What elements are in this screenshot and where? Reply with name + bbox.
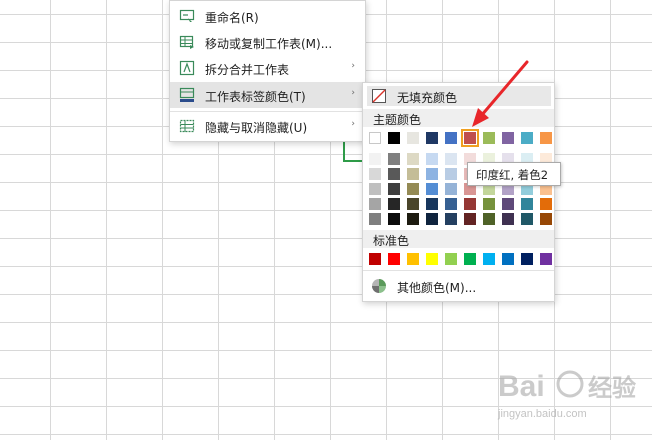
watermark-url: jingyan.baidu.com: [498, 408, 587, 420]
svg-text:Bai: Bai: [498, 370, 545, 403]
svg-text:经验: 经验: [588, 374, 636, 402]
baidu-jingyan-watermark: Bai 经验: [498, 362, 648, 410]
